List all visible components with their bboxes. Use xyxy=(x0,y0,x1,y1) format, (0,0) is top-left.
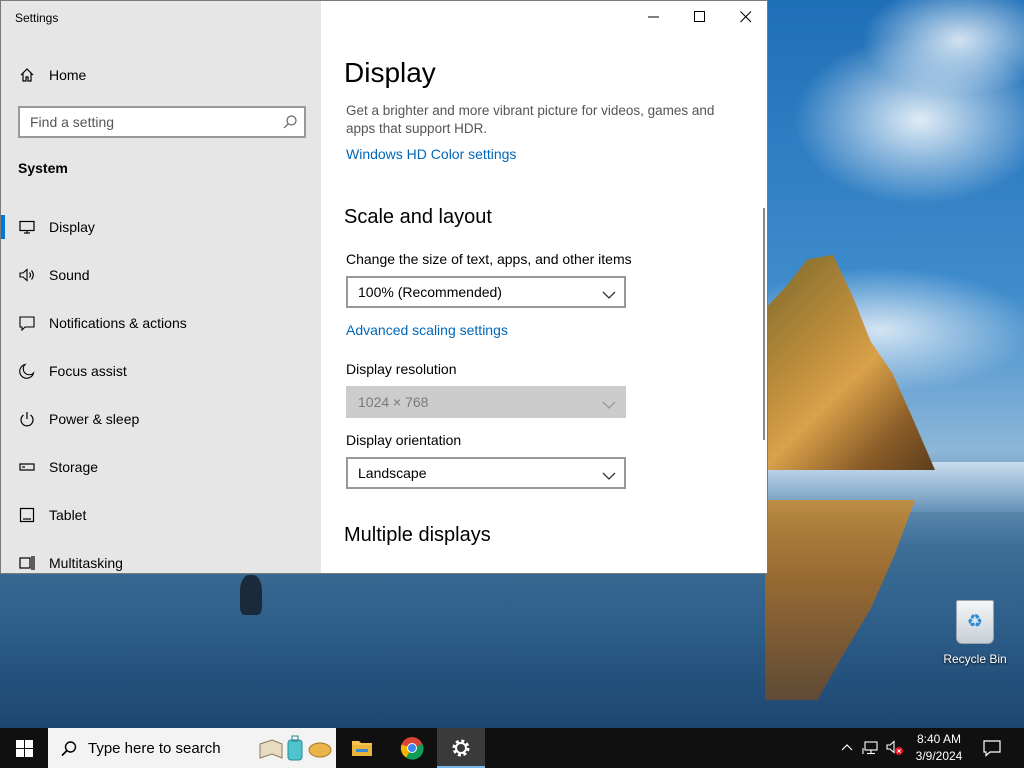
settings-content: Display Get a brighter and more vibrant … xyxy=(321,1,767,573)
taskbar-chrome[interactable] xyxy=(388,728,436,768)
recycle-bin-label: Recycle Bin xyxy=(943,652,1007,666)
home-icon xyxy=(19,67,35,83)
home-label: Home xyxy=(49,67,87,83)
storage-icon xyxy=(19,459,35,475)
sidebar-item-label: Multitasking xyxy=(49,555,123,571)
settings-window: Settings Home System Display xyxy=(0,0,768,574)
home-nav[interactable]: Home xyxy=(1,57,321,93)
start-button[interactable] xyxy=(0,728,48,768)
monitor-icon xyxy=(19,219,35,235)
tablet-icon xyxy=(19,507,35,523)
clock-date: 3/9/2024 xyxy=(915,749,963,763)
tray-volume[interactable] xyxy=(884,728,906,768)
hd-color-settings-link[interactable]: Windows HD Color settings xyxy=(346,146,516,162)
sidebar-item-multitasking[interactable]: Multitasking xyxy=(1,539,321,573)
setting-search-input[interactable] xyxy=(20,108,260,136)
taskbar-search-box[interactable]: Type here to search xyxy=(48,728,336,768)
multiple-displays-heading: Multiple displays xyxy=(344,524,491,546)
sidebar-item-sound[interactable]: Sound xyxy=(1,251,321,299)
orientation-value: Landscape xyxy=(358,465,427,481)
notification-icon xyxy=(983,740,1001,757)
hdr-description: Get a brighter and more vibrant picture … xyxy=(346,103,715,136)
wallpaper-figure xyxy=(240,575,262,615)
taskbar: Type here to search 8:40 AM 3/9/2024 xyxy=(0,728,1024,768)
taskbar-clock[interactable]: 8:40 AM 3/9/2024 xyxy=(908,731,970,765)
sidebar-item-focus-assist[interactable]: Focus assist xyxy=(1,347,321,395)
chevron-down-icon xyxy=(602,287,616,299)
sidebar-item-notifications[interactable]: Notifications & actions xyxy=(1,299,321,347)
settings-gear-icon xyxy=(452,739,470,757)
resolution-label: Display resolution xyxy=(346,361,457,377)
tray-network[interactable] xyxy=(860,728,882,768)
multitasking-icon xyxy=(19,555,35,571)
sidebar-item-label: Storage xyxy=(49,459,99,475)
sidebar-item-label: Focus assist xyxy=(49,363,127,379)
speaker-icon xyxy=(19,267,35,283)
sidebar-item-display[interactable]: Display xyxy=(1,203,321,251)
taskbar-settings[interactable] xyxy=(437,728,485,768)
search-highlight-icon xyxy=(259,735,332,761)
sidebar-item-power-sleep[interactable]: Power & sleep xyxy=(1,395,321,443)
wallpaper-cliff xyxy=(765,255,935,470)
orientation-dropdown[interactable]: Landscape xyxy=(346,457,626,489)
volume-muted-icon xyxy=(886,740,903,755)
scale-label: Change the size of text, apps, and other… xyxy=(346,251,632,267)
file-explorer-icon xyxy=(352,741,372,756)
sidebar-item-label: Display xyxy=(49,219,95,235)
sidebar-item-label: Tablet xyxy=(49,507,87,523)
scale-dropdown[interactable]: 100% (Recommended) xyxy=(346,276,626,308)
chevron-up-icon xyxy=(841,744,853,751)
setting-search-box[interactable] xyxy=(18,106,306,138)
chrome-icon xyxy=(400,737,424,760)
moon-icon xyxy=(19,363,35,379)
orientation-label: Display orientation xyxy=(346,432,462,448)
chevron-down-icon xyxy=(602,468,616,480)
sidebar-item-tablet[interactable]: Tablet xyxy=(1,491,321,539)
wallpaper-cliff-reflection xyxy=(765,500,915,700)
section-heading-system: System xyxy=(18,160,68,176)
taskbar-file-explorer[interactable] xyxy=(338,728,386,768)
window-title: Settings xyxy=(15,11,59,25)
recycle-bin[interactable]: Recycle Bin xyxy=(940,600,1010,666)
settings-sidebar: Settings Home System Display xyxy=(1,1,321,573)
advanced-scaling-link[interactable]: Advanced scaling settings xyxy=(346,322,508,338)
taskbar-search-placeholder: Type here to search xyxy=(88,740,221,757)
recycle-bin-icon xyxy=(956,600,994,644)
windows-logo-icon xyxy=(16,740,33,757)
scale-value: 100% (Recommended) xyxy=(358,284,502,300)
tray-show-hidden[interactable] xyxy=(838,728,856,768)
network-icon xyxy=(862,741,878,755)
sidebar-item-label: Notifications & actions xyxy=(49,315,187,331)
scale-layout-heading: Scale and layout xyxy=(344,206,492,228)
clock-time: 8:40 AM xyxy=(916,732,962,746)
sidebar-nav: Display Sound Notifications & actions Fo… xyxy=(1,203,321,573)
action-center-button[interactable] xyxy=(980,728,1006,768)
content-scrollbar[interactable] xyxy=(763,208,765,440)
search-icon[interactable] xyxy=(282,114,298,130)
page-title: Display xyxy=(344,57,436,88)
sidebar-item-label: Sound xyxy=(49,267,90,283)
search-icon xyxy=(60,740,78,758)
message-icon xyxy=(19,315,35,332)
sidebar-item-storage[interactable]: Storage xyxy=(1,443,321,491)
resolution-value: 1024 × 768 xyxy=(358,394,429,410)
power-icon xyxy=(19,411,35,427)
chevron-down-icon xyxy=(602,397,616,409)
sidebar-item-label: Power & sleep xyxy=(49,411,140,427)
resolution-dropdown[interactable]: 1024 × 768 xyxy=(346,386,626,418)
